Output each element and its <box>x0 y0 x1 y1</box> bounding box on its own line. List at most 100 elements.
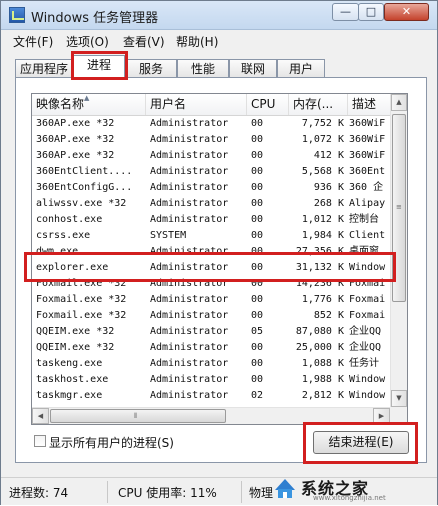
show-all-users-label: 显示所有用户的进程(S) <box>49 436 174 450</box>
process-cpu: 00 <box>251 310 264 321</box>
process-memory: 1,984 K <box>301 230 344 241</box>
table-row[interactable]: Foxmail.exe *32 Administrator 00 1,776 K Fox… <box>32 292 390 308</box>
process-user: Administrator <box>150 294 229 305</box>
process-name: 360AP.exe *32 <box>36 134 115 145</box>
tab-performance[interactable]: 性能 <box>177 59 229 79</box>
process-description: 任务计 <box>349 358 379 369</box>
process-memory: 1,012 K <box>301 214 344 225</box>
title-bar[interactable]: Windows 任务管理器 — □ ✕ <box>1 1 437 30</box>
minimize-button[interactable]: — <box>332 3 359 21</box>
process-user: Administrator <box>150 166 229 177</box>
scroll-left-icon[interactable]: ◀ <box>32 408 49 424</box>
table-row[interactable]: csrss.exe SYSTEM 00 1,984 K Client <box>32 228 390 244</box>
menu-view[interactable]: 查看(V) <box>123 33 165 50</box>
process-cpu: 00 <box>251 214 264 225</box>
end-process-annotation-box <box>303 422 418 464</box>
process-cpu: 00 <box>251 342 264 353</box>
vertical-scrollbar[interactable]: ▲ ≡ ▼ <box>390 94 407 407</box>
horizontal-scroll-thumb[interactable]: ⦀ <box>50 409 226 423</box>
table-row[interactable]: taskhost.exe Administrator 00 1,988 K Window <box>32 372 390 388</box>
process-description: 360WiF <box>349 118 386 129</box>
process-cpu: 00 <box>251 182 264 193</box>
explorer-row-annotation-box <box>24 252 396 282</box>
process-cpu: 05 <box>251 326 264 337</box>
process-user: Administrator <box>150 214 229 225</box>
process-name: Foxmail.exe *32 <box>36 294 127 305</box>
table-row[interactable]: 360AP.exe *32 Administrator 00 412 K 360WiF <box>32 148 390 164</box>
process-name: csrss.exe <box>36 230 91 241</box>
process-description: Window <box>349 390 386 401</box>
process-description: 企业QQ <box>349 326 382 337</box>
column-image-name[interactable]: 映像名称 ▲ <box>32 94 146 115</box>
process-user: Administrator <box>150 342 229 353</box>
process-memory: 412 K <box>313 150 344 161</box>
process-name: taskeng.exe <box>36 358 103 369</box>
process-list-header: 映像名称 ▲ 用户名 CPU 内存(... 描述 <box>32 94 390 116</box>
grip-icon: ≡ <box>396 203 402 211</box>
process-name: taskmgr.exe <box>36 390 103 401</box>
table-row[interactable]: taskmgr.exe Administrator 02 2,812 K Window <box>32 388 390 404</box>
tab-applications[interactable]: 应用程序 <box>15 59 73 79</box>
table-row[interactable]: QQEIM.exe *32 Administrator 00 25,000 K 企业QQ <box>32 340 390 356</box>
process-memory: 87,080 K <box>295 326 344 337</box>
menu-file[interactable]: 文件(F) <box>13 33 53 50</box>
column-user-name[interactable]: 用户名 <box>146 94 247 115</box>
process-name: QQEIM.exe *32 <box>36 342 115 353</box>
maximize-button[interactable]: □ <box>358 3 384 21</box>
process-memory: 1,088 K <box>301 358 344 369</box>
process-cpu: 00 <box>251 374 264 385</box>
status-divider <box>241 481 242 503</box>
process-description: Alipay <box>349 198 386 209</box>
process-description: 控制台 <box>349 214 379 225</box>
window-title: Windows 任务管理器 <box>31 11 159 26</box>
process-memory: 25,000 K <box>295 342 344 353</box>
tab-users[interactable]: 用户 <box>277 59 325 79</box>
process-name: 360AP.exe *32 <box>36 118 115 129</box>
table-row[interactable]: conhost.exe Administrator 00 1,012 K 控制台 <box>32 212 390 228</box>
process-user: Administrator <box>150 198 229 209</box>
table-row[interactable]: 360AP.exe *32 Administrator 00 1,072 K 360Wi… <box>32 132 390 148</box>
table-row[interactable]: 360AP.exe *32 Administrator 00 7,752 K 360Wi… <box>32 116 390 132</box>
menu-bar: 文件(F) 选项(O) 查看(V) 帮助(H) <box>1 30 437 50</box>
process-description: 360WiF <box>349 134 386 145</box>
process-user: Administrator <box>150 182 229 193</box>
tab-networking[interactable]: 联网 <box>229 59 277 79</box>
process-name: QQEIM.exe *32 <box>36 326 115 337</box>
table-row[interactable]: 360EntClient.... Administrator 00 5,568 K 36… <box>32 164 390 180</box>
process-cpu: 00 <box>251 294 264 305</box>
table-row[interactable]: QQEIM.exe *32 Administrator 05 87,080 K 企业QQ <box>32 324 390 340</box>
process-name: 360AP.exe *32 <box>36 150 115 161</box>
process-memory: 1,776 K <box>301 294 344 305</box>
process-user: Administrator <box>150 390 229 401</box>
process-cpu: 00 <box>251 358 264 369</box>
process-cpu: 00 <box>251 198 264 209</box>
process-cpu: 02 <box>251 390 264 401</box>
site-watermark: 系统之家 www.xitongzhijia.net <box>269 471 438 506</box>
scroll-down-icon[interactable]: ▼ <box>391 390 407 407</box>
process-description: Client <box>349 230 386 241</box>
table-row[interactable]: aliwssv.exe *32 Administrator 00 268 K Alipa… <box>32 196 390 212</box>
process-user: Administrator <box>150 118 229 129</box>
process-cpu: 00 <box>251 118 264 129</box>
menu-options[interactable]: 选项(O) <box>66 33 109 50</box>
process-user: SYSTEM <box>150 230 187 241</box>
sort-ascending-icon: ▲ <box>84 94 90 102</box>
watermark-url: www.xitongzhijia.net <box>313 494 386 502</box>
menu-help[interactable]: 帮助(H) <box>176 33 218 50</box>
column-memory[interactable]: 内存(... <box>289 94 348 115</box>
checkbox-box[interactable] <box>34 435 46 447</box>
process-name: 360EntClient.... <box>36 166 133 177</box>
process-memory: 1,988 K <box>301 374 344 385</box>
column-cpu[interactable]: CPU <box>247 94 289 115</box>
table-row[interactable]: 360EntConfigG... Administrator 00 936 K 360 … <box>32 180 390 196</box>
process-memory: 2,812 K <box>301 390 344 401</box>
scroll-up-icon[interactable]: ▲ <box>391 94 407 111</box>
table-row[interactable]: Foxmail.exe *32 Administrator 00 852 K Foxma… <box>32 308 390 324</box>
process-description: 360WiF <box>349 150 386 161</box>
grip-icon: ⦀ <box>134 412 138 420</box>
table-row[interactable]: taskeng.exe Administrator 00 1,088 K 任务计 <box>32 356 390 372</box>
column-description[interactable]: 描述 <box>348 94 390 115</box>
tab-services[interactable]: 服务 <box>125 59 177 79</box>
close-button[interactable]: ✕ <box>384 3 429 21</box>
tab-strip: 应用程序 进程 服务 性能 联网 用户 <box>1 54 437 80</box>
